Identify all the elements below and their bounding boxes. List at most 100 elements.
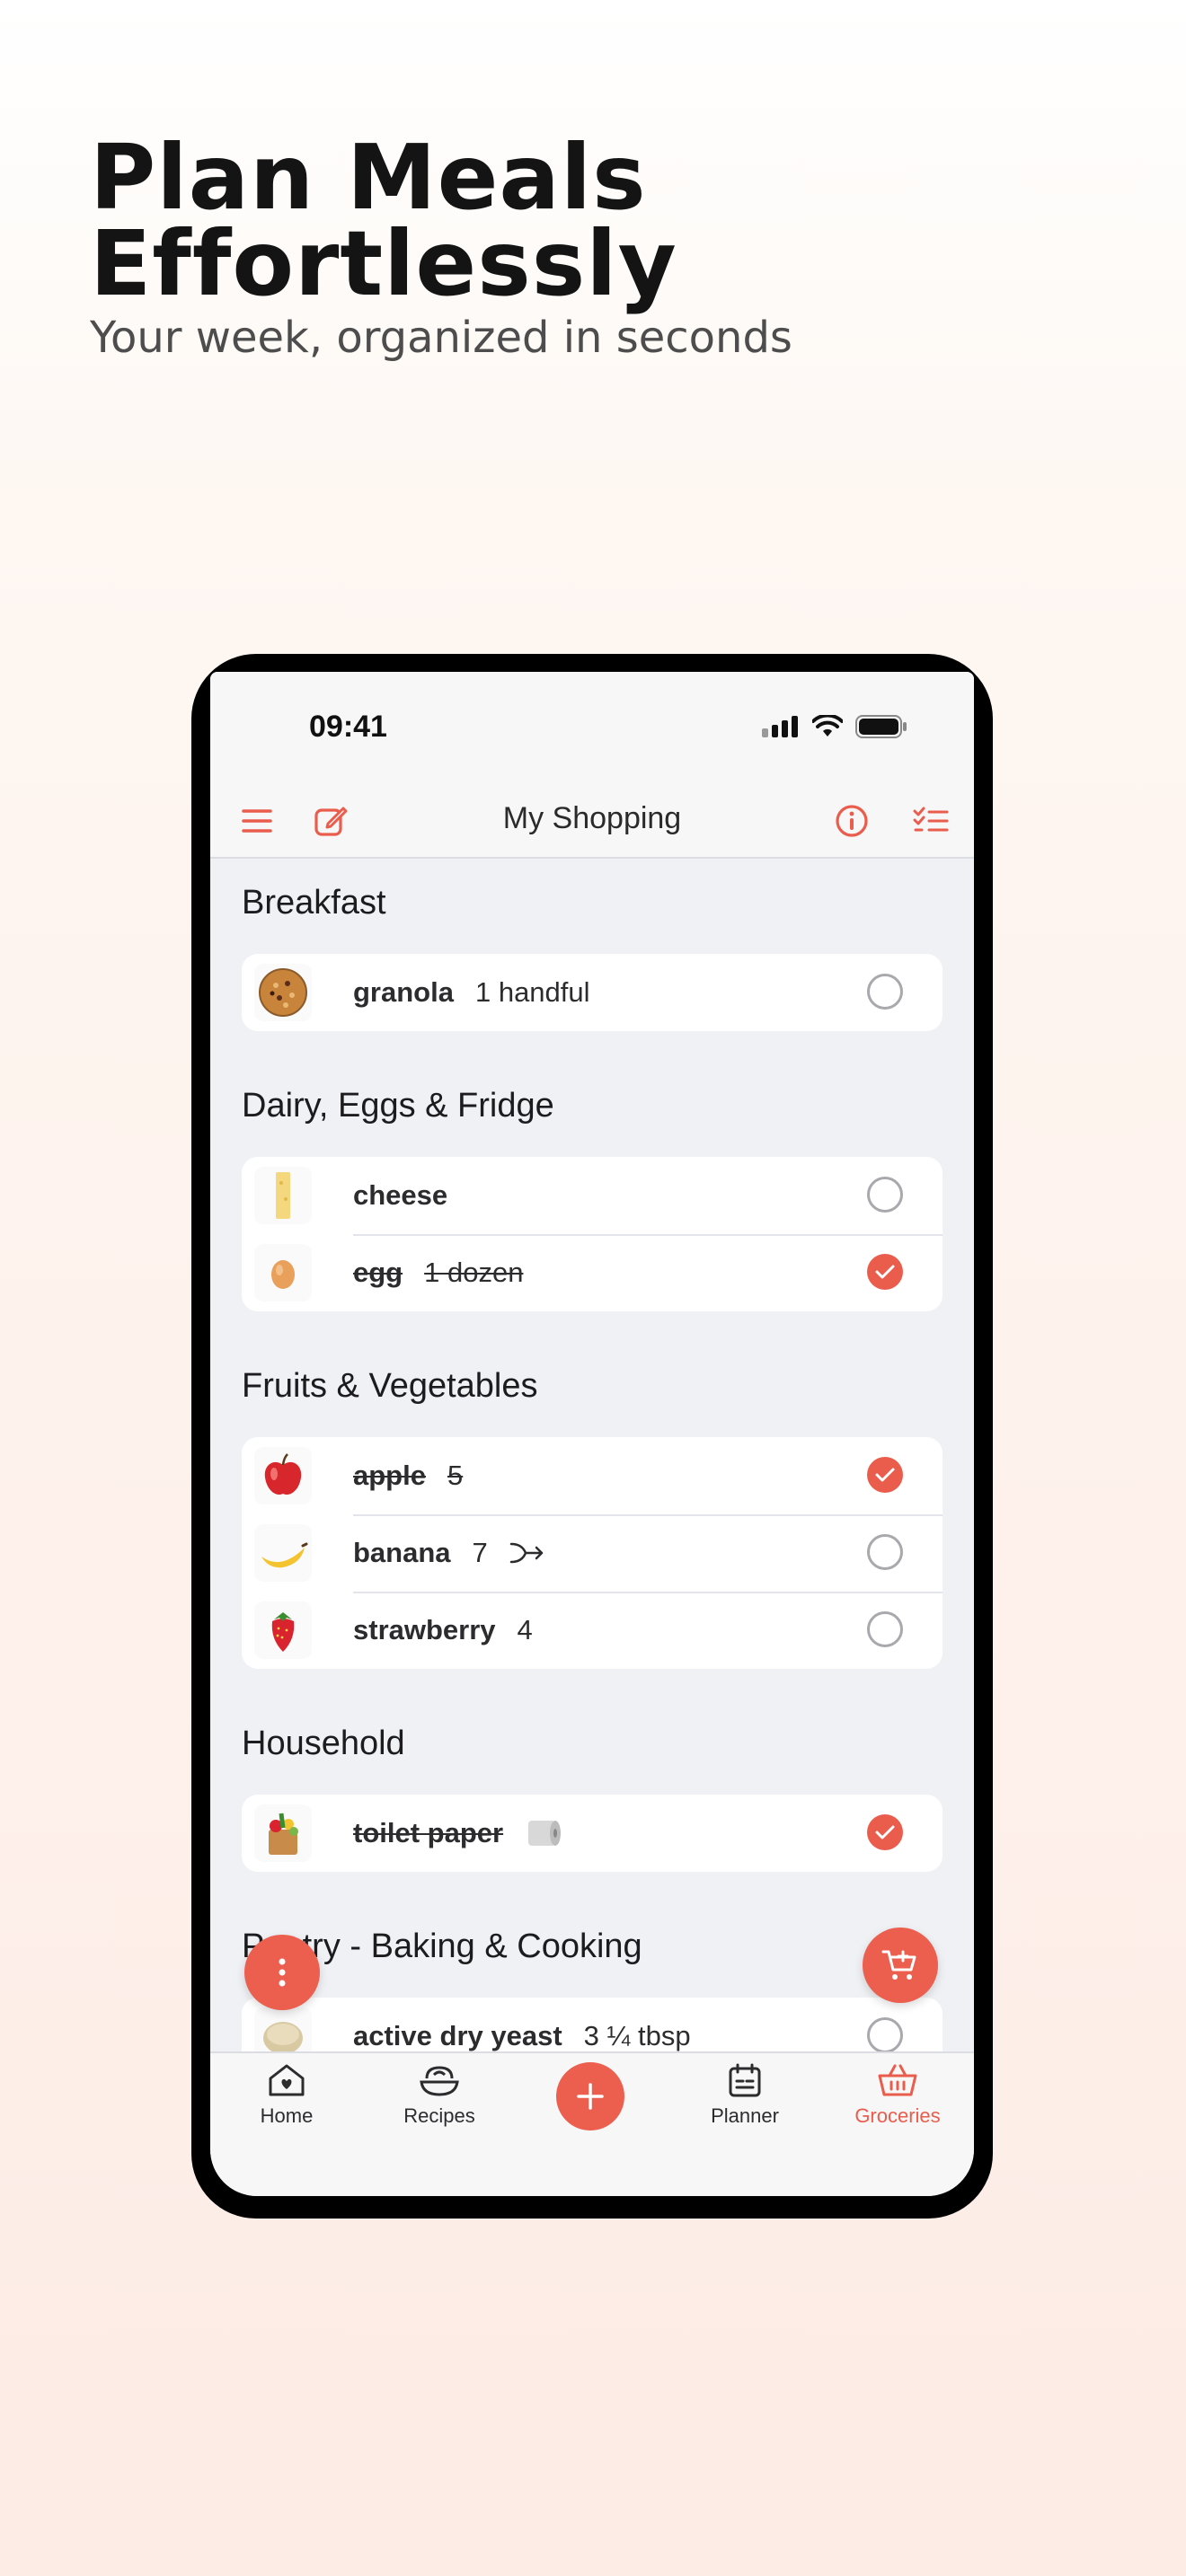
phone-frame: 09:41 My Shopping Breakfast granola 1 ha… (191, 654, 993, 2219)
list-item[interactable]: cheese (242, 1157, 943, 1234)
item-label: toilet paper (353, 1795, 564, 1872)
item-name: banana (353, 1537, 451, 1568)
info-button[interactable] (830, 799, 873, 842)
section-title: Breakfast (242, 884, 386, 922)
item-checkbox-checked[interactable] (867, 1457, 903, 1493)
banana-icon (261, 1542, 308, 1568)
egg-icon (271, 1260, 295, 1289)
app-screen: 09:41 My Shopping Breakfast granola 1 ha… (210, 672, 974, 2196)
tab-label: Home (260, 2104, 314, 2127)
item-checkbox[interactable] (867, 974, 903, 1010)
item-label: apple 5 (353, 1437, 463, 1514)
item-name: cheese (353, 1179, 448, 1211)
hero-subtitle: Your week, organized in seconds (90, 313, 792, 363)
add-to-cart-button[interactable] (863, 1928, 938, 2003)
item-thumbnail (254, 2007, 312, 2051)
item-thumbnail (254, 1244, 312, 1301)
granola-icon (259, 968, 307, 1017)
merge-arrow-icon (509, 1542, 544, 1564)
item-thumbnail (254, 1447, 312, 1504)
item-quantity: 4 (517, 1614, 533, 1645)
signal-icon (762, 716, 798, 737)
item-label: banana 7 (353, 1514, 545, 1592)
cart-plus-icon (881, 1950, 916, 1980)
item-thumbnail (254, 1601, 312, 1659)
item-quantity: 1 handful (474, 976, 590, 1008)
item-label: egg 1 dozen (353, 1234, 523, 1311)
more-options-button[interactable] (244, 1935, 320, 2010)
tab-label: Groceries (854, 2104, 941, 2127)
plus-icon (577, 2083, 604, 2110)
groceries-icon (269, 1813, 298, 1855)
tab-home[interactable]: Home (210, 2062, 363, 2128)
section-card: toilet paper (242, 1795, 943, 1872)
item-name: strawberry (353, 1614, 496, 1645)
item-name: egg (353, 1257, 403, 1288)
section-card: apple 5 banana 7 strawberry 4 (242, 1437, 943, 1669)
hero-title: Plan Meals Effortlessly (90, 133, 677, 309)
item-label: strawberry 4 (353, 1592, 533, 1669)
checklist-icon (913, 807, 949, 832)
item-quantity: 5 (447, 1460, 464, 1491)
item-checkbox[interactable] (867, 1611, 903, 1647)
item-quantity: 3 ¼ tbsp (583, 2020, 691, 2051)
section-title: Fruits & Vegetables (242, 1367, 538, 1405)
item-name: granola (353, 976, 454, 1008)
more-vertical-icon (279, 1958, 286, 1987)
list-item[interactable]: strawberry 4 (242, 1592, 943, 1669)
item-thumbnail (254, 964, 312, 1021)
status-time: 09:41 (309, 710, 387, 744)
item-quantity: 1 dozen (424, 1257, 524, 1288)
section-card: cheese egg 1 dozen (242, 1157, 943, 1311)
cheese-icon (276, 1172, 290, 1219)
item-checkbox-checked[interactable] (867, 1254, 903, 1290)
status-bar: 09:41 (210, 672, 974, 785)
item-label: cheese (353, 1157, 447, 1234)
item-quantity: 7 (472, 1537, 488, 1568)
tab-recipes[interactable]: Recipes (363, 2062, 516, 2128)
shopping-list[interactable]: Breakfast granola 1 handful Dairy, Eggs … (210, 859, 974, 2051)
section-card: granola 1 handful (242, 954, 943, 1031)
tab-label: Recipes (403, 2104, 475, 2127)
yeast-icon (263, 2022, 303, 2051)
status-icons (762, 715, 907, 738)
checkmark-icon (875, 1825, 895, 1839)
item-name: toilet paper (353, 1817, 504, 1848)
tab-bar: Home Recipes Planner Groceries (210, 2051, 974, 2196)
planner-icon (729, 2063, 761, 2097)
toilet-paper-icon (528, 1821, 562, 1846)
home-icon (269, 2064, 305, 2096)
list-item[interactable]: active dry yeast 3 ¼ tbsp (242, 1998, 943, 2051)
list-item[interactable]: granola 1 handful (242, 954, 943, 1031)
battery-icon (855, 715, 907, 738)
tab-groceries[interactable]: Groceries (821, 2062, 974, 2128)
add-button[interactable] (556, 2062, 624, 2130)
item-checkbox[interactable] (867, 1534, 903, 1570)
section-title: Household (242, 1725, 405, 1762)
basket-icon (878, 2064, 917, 2096)
hero-title-line2: Effortlessly (90, 211, 677, 316)
nav-bar: My Shopping (210, 785, 974, 859)
section-card: active dry yeast 3 ¼ tbsp (242, 1998, 943, 2051)
item-name: active dry yeast (353, 2020, 562, 2051)
item-checkbox[interactable] (867, 2017, 903, 2051)
list-item[interactable]: toilet paper (242, 1795, 943, 1872)
checkmark-icon (875, 1265, 895, 1279)
list-item[interactable]: apple 5 (242, 1437, 943, 1514)
info-icon (836, 805, 868, 837)
item-checkbox-checked[interactable] (867, 1814, 903, 1850)
list-item[interactable]: banana 7 (242, 1514, 943, 1592)
item-checkbox[interactable] (867, 1177, 903, 1213)
wifi-icon (812, 715, 843, 737)
tab-label: Planner (711, 2104, 779, 2127)
apple-icon (264, 1453, 302, 1495)
item-thumbnail (254, 1524, 312, 1582)
list-item[interactable]: egg 1 dozen (242, 1234, 943, 1311)
tab-planner[interactable]: Planner (668, 2062, 821, 2128)
item-label: granola 1 handful (353, 954, 590, 1031)
item-label: active dry yeast 3 ¼ tbsp (353, 1998, 691, 2051)
section-title: Dairy, Eggs & Fridge (242, 1087, 554, 1125)
item-thumbnail (254, 1167, 312, 1224)
item-thumbnail (254, 1804, 312, 1862)
checklist-button[interactable] (909, 799, 952, 842)
